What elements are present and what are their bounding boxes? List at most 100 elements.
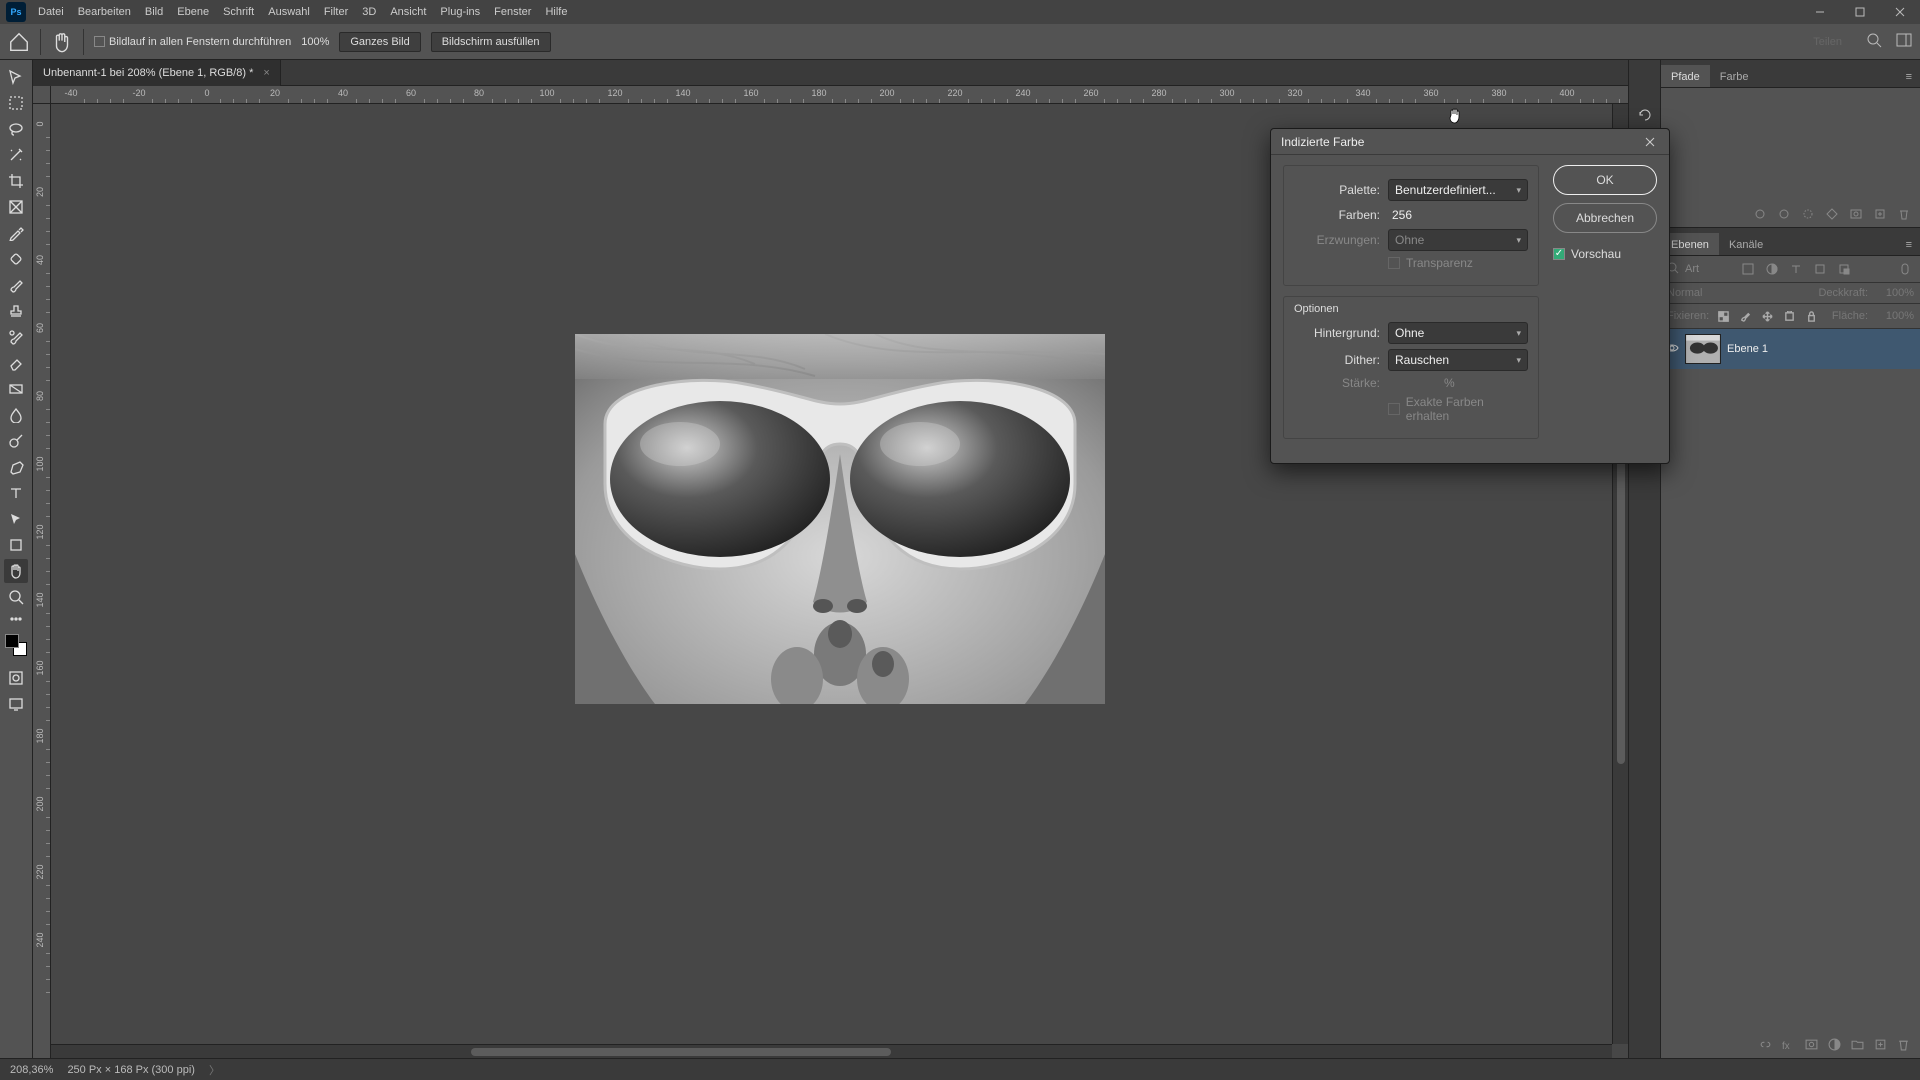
hand-tool-icon[interactable] <box>51 31 73 53</box>
path-from-selection-icon[interactable] <box>1826 208 1838 223</box>
blend-mode-select[interactable]: Normal <box>1667 287 1812 299</box>
zoom-tool[interactable] <box>4 585 28 609</box>
lock-transparent-icon[interactable] <box>1715 308 1731 324</box>
color-swatches[interactable] <box>5 634 27 656</box>
move-tool[interactable] <box>4 65 28 89</box>
edit-toolbar-icon[interactable] <box>4 611 28 627</box>
window-minimize-button[interactable] <box>1800 0 1840 24</box>
trash-icon[interactable] <box>1897 1038 1910 1054</box>
window-maximize-button[interactable] <box>1840 0 1880 24</box>
filter-type-icon[interactable] <box>1787 260 1805 278</box>
fill-screen-button[interactable]: Bildschirm ausfüllen <box>431 32 551 52</box>
mask-icon[interactable] <box>1805 1038 1818 1054</box>
dialog-titlebar[interactable]: Indizierte Farbe <box>1271 129 1669 155</box>
menu-3d[interactable]: 3D <box>362 6 376 18</box>
document-tab[interactable]: Unbenannt-1 bei 208% (Ebene 1, RGB/8) * … <box>33 60 281 86</box>
marquee-tool[interactable] <box>4 91 28 115</box>
filter-shape-icon[interactable] <box>1811 260 1829 278</box>
preview-checkbox-box[interactable] <box>1553 248 1565 260</box>
layer-row[interactable]: Ebene 1 <box>1661 329 1920 369</box>
layer-thumbnail[interactable] <box>1685 334 1721 364</box>
layer-filter-kind[interactable]: Art <box>1685 263 1733 275</box>
menu-file[interactable]: Datei <box>38 6 64 18</box>
scrollbar-horizontal[interactable] <box>51 1044 1612 1058</box>
brush-tool[interactable] <box>4 273 28 297</box>
frame-tool[interactable] <box>4 195 28 219</box>
type-tool[interactable] <box>4 481 28 505</box>
tab-paths[interactable]: Pfade <box>1661 65 1710 87</box>
menu-plugins[interactable]: Plug-ins <box>440 6 480 18</box>
add-mask-icon[interactable] <box>1850 208 1862 223</box>
menu-edit[interactable]: Bearbeiten <box>78 6 131 18</box>
layer-name[interactable]: Ebene 1 <box>1727 343 1768 355</box>
selection-from-path-icon[interactable] <box>1802 208 1814 223</box>
status-docinfo[interactable]: 250 Px × 168 Px (300 ppi) <box>67 1064 195 1076</box>
panel-menu-icon[interactable]: ≡ <box>1898 67 1920 87</box>
path-select-tool[interactable] <box>4 507 28 531</box>
history-brush-tool[interactable] <box>4 325 28 349</box>
lasso-tool[interactable] <box>4 117 28 141</box>
ruler-vertical[interactable]: 020406080100120140160180200220240 <box>33 104 51 1058</box>
adjustment-icon[interactable] <box>1828 1038 1841 1054</box>
canvas-image[interactable] <box>575 334 1105 704</box>
menu-help[interactable]: Hilfe <box>545 6 567 18</box>
opacity-value[interactable]: 100% <box>1874 287 1914 299</box>
search-icon[interactable] <box>1866 32 1882 51</box>
shape-tool[interactable] <box>4 533 28 557</box>
screenmode-icon[interactable] <box>4 692 28 716</box>
fill-path-icon[interactable] <box>1754 208 1766 223</box>
status-zoom[interactable]: 208,36% <box>10 1064 53 1076</box>
palette-select[interactable]: Benutzerdefiniert...▾ <box>1388 179 1528 201</box>
blur-tool[interactable] <box>4 403 28 427</box>
stroke-path-icon[interactable] <box>1778 208 1790 223</box>
hand-tool[interactable] <box>4 559 28 583</box>
gradient-tool[interactable] <box>4 377 28 401</box>
ruler-horizontal[interactable]: -40-200204060801001201401601802002202402… <box>51 86 1628 104</box>
ok-button[interactable]: OK <box>1553 165 1657 195</box>
wand-tool[interactable] <box>4 143 28 167</box>
new-path-icon[interactable] <box>1874 208 1886 223</box>
cancel-button[interactable]: Abbrechen <box>1553 203 1657 233</box>
menu-view[interactable]: Ansicht <box>390 6 426 18</box>
quickmask-icon[interactable] <box>4 666 28 690</box>
ruler-origin[interactable] <box>33 86 51 104</box>
matte-select[interactable]: Ohne▾ <box>1388 322 1528 344</box>
eraser-tool[interactable] <box>4 351 28 375</box>
scroll-all-windows-checkbox[interactable]: Bildlauf in allen Fenstern durchführen <box>94 36 291 48</box>
tab-channels[interactable]: Kanäle <box>1719 233 1773 255</box>
filter-adjust-icon[interactable] <box>1763 260 1781 278</box>
menu-layer[interactable]: Ebene <box>177 6 209 18</box>
fill-value[interactable]: 100% <box>1874 310 1914 322</box>
new-layer-icon[interactable] <box>1874 1038 1887 1054</box>
eyedropper-tool[interactable] <box>4 221 28 245</box>
history-panel-icon[interactable] <box>1634 104 1656 126</box>
status-info-chevron-icon[interactable]: 〉 <box>209 1062 220 1078</box>
filter-smart-icon[interactable] <box>1835 260 1853 278</box>
menu-image[interactable]: Bild <box>145 6 163 18</box>
colors-input[interactable]: 256 <box>1388 206 1458 224</box>
lock-all-icon[interactable] <box>1803 308 1819 324</box>
fx-icon[interactable]: fx <box>1782 1038 1795 1054</box>
stamp-tool[interactable] <box>4 299 28 323</box>
menu-type[interactable]: Schrift <box>223 6 254 18</box>
pen-tool[interactable] <box>4 455 28 479</box>
link-layers-icon[interactable] <box>1759 1038 1772 1054</box>
tab-color[interactable]: Farbe <box>1710 65 1759 87</box>
lock-artboard-icon[interactable] <box>1781 308 1797 324</box>
preview-checkbox[interactable]: Vorschau <box>1553 247 1657 261</box>
menu-window[interactable]: Fenster <box>494 6 531 18</box>
zoom-level[interactable]: 100% <box>301 36 329 48</box>
lock-position-icon[interactable] <box>1759 308 1775 324</box>
document-tab-close-icon[interactable]: × <box>263 67 269 79</box>
layers-panel-menu-icon[interactable]: ≡ <box>1898 235 1920 255</box>
dither-select[interactable]: Rauschen▾ <box>1388 349 1528 371</box>
filter-pixel-icon[interactable] <box>1739 260 1757 278</box>
home-icon[interactable] <box>8 31 30 53</box>
crop-tool[interactable] <box>4 169 28 193</box>
fit-whole-image-button[interactable]: Ganzes Bild <box>339 32 420 52</box>
delete-path-icon[interactable] <box>1898 208 1910 223</box>
workspace-icon[interactable] <box>1896 32 1912 51</box>
menu-select[interactable]: Auswahl <box>268 6 310 18</box>
group-icon[interactable] <box>1851 1038 1864 1054</box>
menu-filter[interactable]: Filter <box>324 6 348 18</box>
